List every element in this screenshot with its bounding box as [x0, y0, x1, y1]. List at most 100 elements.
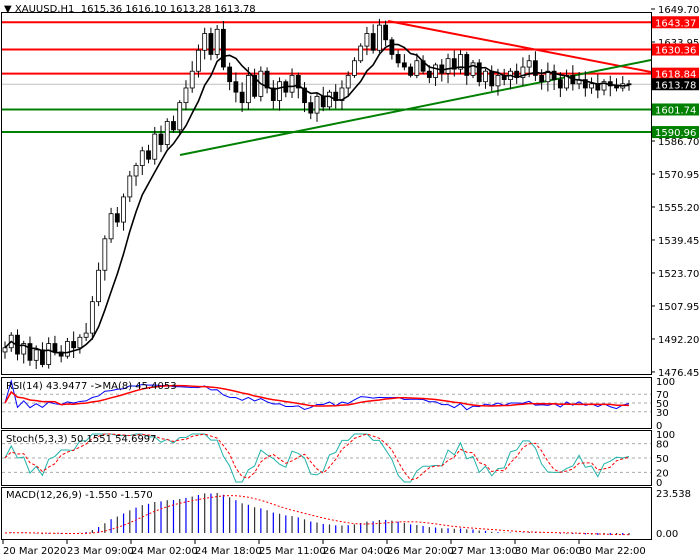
stoch-tick-label: 50 — [656, 454, 669, 465]
candle-body — [233, 81, 239, 93]
candle-body — [358, 45, 364, 62]
candle-body — [314, 95, 320, 114]
time-tick-label: 24 Mar 02:00 — [131, 546, 198, 557]
candle-body — [239, 91, 245, 104]
candle-body — [46, 343, 52, 365]
macd-label: MACD(12,26,9) -1.550 -1.570 — [6, 490, 153, 501]
candle-body — [114, 213, 120, 223]
time-tick-label: 26 Mar 20:00 — [387, 546, 454, 557]
candle-body — [376, 24, 382, 51]
time-tick-label: 25 Mar 11:00 — [259, 546, 326, 557]
chart-header: ▼ XAUUSD,H1 1615.36 1616.10 1613.28 1613… — [4, 4, 256, 15]
level-tag-label: 1643.37 — [655, 18, 696, 29]
candle-body — [89, 301, 95, 334]
candle-body — [220, 28, 226, 68]
price-tick-label: 1523.70 — [658, 269, 699, 280]
candle-body — [146, 150, 151, 160]
candle-body — [77, 336, 83, 349]
candle-body — [483, 70, 488, 83]
candle-body — [327, 91, 332, 108]
candle-body — [189, 70, 195, 89]
candle-body — [27, 343, 33, 361]
candle-body — [183, 87, 189, 104]
macd-tick-label: 23.538 — [656, 489, 691, 500]
candle-body — [277, 81, 282, 101]
candle-body — [539, 75, 545, 83]
time-tick-label: 27 Mar 13:00 — [451, 546, 518, 557]
candle-body — [370, 33, 376, 51]
rsi-tick-label: 30 — [656, 408, 669, 419]
time-tick-label: 30 Mar 06:00 — [515, 546, 582, 557]
time-tick-label: 23 Mar 09:00 — [67, 546, 134, 557]
dropdown-triangle-icon[interactable]: ▼ — [4, 4, 12, 15]
candle-body — [164, 121, 170, 145]
rsi-tick-label: 100 — [656, 377, 675, 388]
candle-body — [139, 150, 145, 166]
candle-body — [626, 83, 632, 86]
candle-body — [414, 60, 420, 76]
price-tick-label: 1570.95 — [658, 170, 699, 181]
candle-body — [401, 62, 407, 68]
candle-body — [177, 102, 183, 131]
candle-body — [127, 175, 133, 198]
time-tick-label: 24 Mar 18:00 — [195, 546, 262, 557]
candle-body — [383, 24, 389, 41]
candle-body — [96, 269, 101, 303]
trading-chart-window: 1649.70 1633.95 1586.70 1570.95 1555.20 1539.… — [0, 0, 700, 560]
candle-body — [71, 341, 77, 349]
candle-body — [133, 165, 139, 177]
stoch-tick-label: 0 — [656, 478, 662, 489]
level-tag-label: 1590.96 — [655, 128, 696, 139]
moving-average-line — [4, 43, 630, 354]
candle-body — [389, 39, 395, 55]
candle-body — [52, 343, 58, 353]
candle-body — [83, 332, 89, 338]
candle-body — [464, 54, 470, 76]
time-tick-label: 30 Mar 22:00 — [579, 546, 646, 557]
candle-body — [245, 75, 251, 104]
candle-body — [395, 54, 401, 64]
candle-body — [65, 341, 70, 357]
candle-body — [208, 33, 214, 55]
candle-body — [426, 70, 432, 78]
rsi-label: RSI(14) 43.9477 ->MA(8) 45.4053 — [6, 381, 177, 392]
macd-tick-label: 0.00 — [656, 529, 678, 540]
candle-body — [408, 66, 414, 76]
candle-body — [40, 349, 45, 365]
candle-body — [196, 49, 201, 72]
stoch-label: Stoch(5,3,3) 50.1551 54.6997 — [6, 434, 157, 445]
price-tick-label: 1492.20 — [658, 335, 699, 346]
stoch-tick-label: 80 — [656, 440, 669, 451]
candle-body — [33, 349, 39, 361]
candle-body — [158, 133, 164, 145]
level-tag-label: 1601.74 — [655, 105, 696, 116]
price-tick-label: 1649.70 — [658, 5, 699, 16]
candle-body — [526, 60, 532, 68]
candle-body — [2, 347, 8, 353]
candle-body — [102, 238, 108, 271]
candle-body — [289, 75, 295, 93]
candle-body — [227, 66, 233, 83]
price-tick-label: 1539.45 — [658, 236, 699, 247]
candle-body — [495, 75, 501, 87]
time-tick-label: 26 Mar 04:00 — [323, 546, 390, 557]
candle-body — [121, 196, 126, 223]
candle-body — [489, 70, 495, 87]
candle-body — [345, 75, 351, 89]
resistance-trendline — [387, 20, 652, 73]
chart-canvas[interactable]: 1649.701633.951586.701570.951555.201539.… — [0, 0, 700, 560]
level-tag-label: 1613.78 — [655, 80, 696, 91]
candle-body — [476, 62, 482, 83]
candle-body — [214, 28, 220, 55]
candle-body — [433, 64, 438, 78]
candle-body — [108, 213, 114, 240]
ohlc-values: 1615.36 1616.10 1613.28 1613.78 — [80, 4, 256, 15]
candle-body — [352, 60, 357, 76]
candle-body — [589, 83, 594, 89]
time-tick-label: 20 Mar 2020 — [3, 546, 66, 557]
candle-body — [171, 121, 176, 131]
level-tag-label: 1630.36 — [655, 46, 696, 57]
candle-body — [557, 79, 563, 89]
candle-body — [202, 33, 208, 51]
candle-body — [308, 102, 314, 114]
